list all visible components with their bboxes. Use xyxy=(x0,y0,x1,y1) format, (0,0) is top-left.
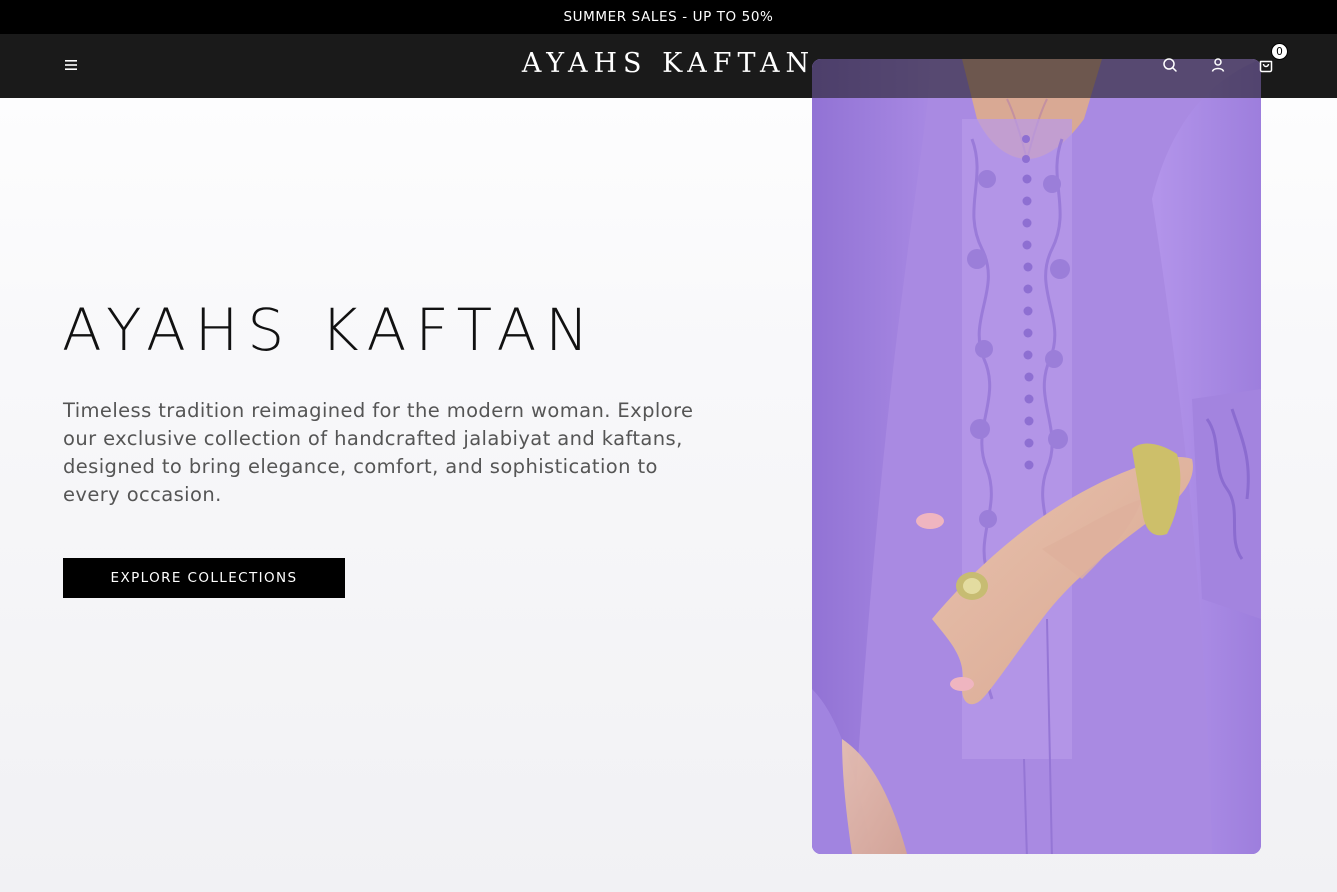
hero-title: AYAHS KAFTAN xyxy=(62,296,598,364)
explore-collections-button[interactable]: EXPLORE COLLECTIONS xyxy=(63,558,345,598)
hero-image xyxy=(812,59,1261,854)
announcement-bar: SUMMER SALES - UP TO 50% xyxy=(0,0,1337,34)
hamburger-menu-icon[interactable] xyxy=(60,54,82,76)
cart-count-badge: 0 xyxy=(1271,43,1288,60)
user-icon[interactable] xyxy=(1206,53,1230,77)
site-logo[interactable]: AYAHS KAFTAN xyxy=(522,48,815,79)
search-icon[interactable] xyxy=(1158,53,1182,77)
hero-description: Timeless tradition reimagined for the mo… xyxy=(63,399,694,506)
kaftan-illustration xyxy=(812,59,1261,854)
announcement-text: SUMMER SALES - UP TO 50% xyxy=(563,9,774,25)
